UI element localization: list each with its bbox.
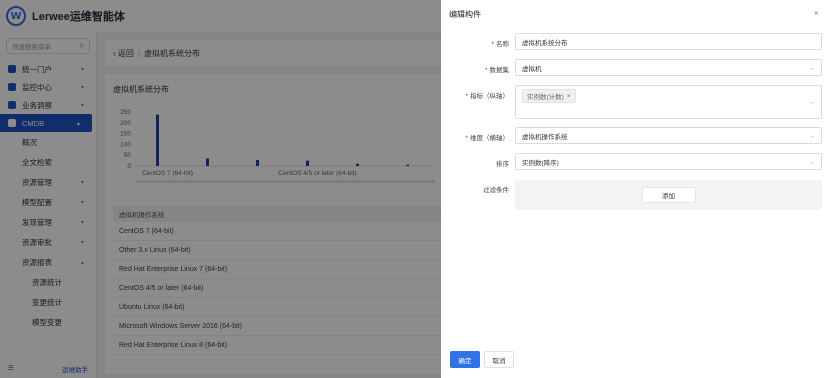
filter-conditions-area: 添加 [515,180,822,210]
label-text: 过滤条件 [483,187,509,194]
sort-value: 实例数(降序) [522,159,559,167]
label-text: 指标（纵轴） [470,93,509,100]
filter-label: 过滤条件 [441,184,509,194]
chevron-down-icon: ⌄ [809,159,815,165]
metric-tag: 实例数(计数) × [522,89,576,103]
required-mark: * [465,93,468,100]
sort-label: 排序 [441,158,509,168]
tag-close-icon[interactable]: × [567,93,571,100]
required-mark: * [465,135,468,142]
dimension-select[interactable]: 虚拟机操作系统 ⌄ [515,127,822,144]
cancel-button[interactable]: 取消 [484,351,514,368]
metric-multiselect[interactable]: 实例数(计数) × ⌄ [515,85,822,119]
tag-text: 实例数(计数) [527,94,564,101]
modal-overlay[interactable] [0,0,441,378]
label-text: 维度（横轴） [470,135,509,142]
metric-label: * 指标（纵轴） [441,90,509,100]
dataset-select[interactable]: 虚拟机 ⌄ [515,59,822,76]
close-icon[interactable]: × [814,8,819,18]
chevron-down-icon: ⌄ [809,133,815,139]
name-value: 虚拟机系统分布 [522,39,568,47]
add-filter-button[interactable]: 添加 [641,187,696,203]
dataset-value: 虚拟机 [522,65,542,73]
name-label: * 名称 [441,38,509,48]
label-text: 排序 [496,161,509,168]
dataset-label: * 数据集 [441,64,509,74]
confirm-button[interactable]: 确定 [450,351,480,368]
chevron-down-icon: ⌄ [809,99,815,106]
required-mark: * [491,41,494,48]
label-text: 数据集 [489,67,510,74]
label-text: 名称 [496,41,509,48]
sort-select[interactable]: 实例数(降序) ⌄ [515,153,822,170]
dimension-value: 虚拟机操作系统 [522,133,568,141]
name-input[interactable]: 虚拟机系统分布 [515,33,822,50]
chevron-down-icon: ⌄ [809,65,815,71]
edit-widget-drawer: 编辑构件 × * 名称 虚拟机系统分布 * 数据集 虚拟机 ⌄ * 指标（纵轴） 实例… [441,0,829,378]
drawer-title: 编辑构件 [449,10,481,19]
required-mark: * [484,67,488,74]
dimension-label: * 维度（横轴） [441,132,509,142]
